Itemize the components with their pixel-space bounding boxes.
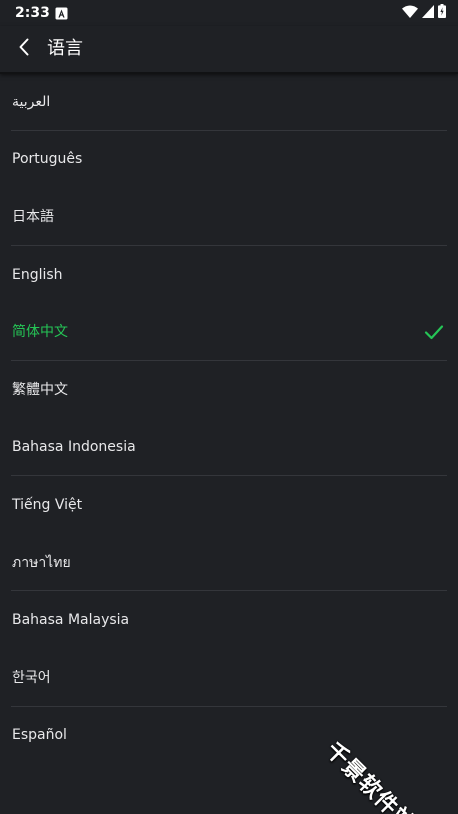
- app-bar-divider: [0, 72, 458, 74]
- wifi-icon: [402, 3, 418, 22]
- battery-icon: [438, 3, 446, 22]
- language-label: 简体中文: [12, 324, 68, 341]
- language-settings-screen: 2:33 语言 العربية Português 日本語 English 简体…: [0, 0, 458, 814]
- language-item-vietnamese[interactable]: Tiếng Việt: [0, 476, 458, 534]
- language-label: 繁體中文: [12, 381, 68, 398]
- language-item-portuguese[interactable]: Português: [0, 131, 458, 189]
- language-item-korean[interactable]: 한국어: [0, 649, 458, 707]
- language-item-english[interactable]: English: [0, 246, 458, 304]
- language-item-indonesian[interactable]: Bahasa Indonesia: [0, 419, 458, 477]
- language-label: English: [12, 266, 63, 283]
- back-button[interactable]: [10, 34, 38, 64]
- language-label: 日本語: [12, 208, 54, 225]
- language-label: Português: [12, 151, 83, 168]
- language-item-japanese[interactable]: 日本語: [0, 188, 458, 246]
- language-item-spanish[interactable]: Español: [0, 707, 458, 765]
- language-item-traditional-chinese[interactable]: 繁體中文: [0, 361, 458, 419]
- notification-a-icon: [55, 5, 68, 20]
- language-label: 한국어: [12, 669, 51, 686]
- chevron-left-icon: [18, 38, 30, 60]
- page-title: 语言: [47, 38, 83, 59]
- language-label: العربية: [12, 93, 51, 110]
- signal-icon: [422, 3, 434, 22]
- language-item-arabic[interactable]: العربية: [0, 73, 458, 131]
- language-label: Bahasa Malaysia: [12, 612, 130, 629]
- language-item-thai[interactable]: ภาษาไทย: [0, 534, 458, 592]
- language-list: العربية Português 日本語 English 简体中文 繁體中文: [0, 73, 458, 764]
- status-icons: [402, 3, 446, 22]
- app-bar: 语言: [0, 26, 458, 74]
- status-bar: 2:33: [0, 0, 458, 26]
- language-label: ภาษาไทย: [12, 554, 71, 571]
- language-label: Tiếng Việt: [12, 496, 83, 513]
- language-label: Bahasa Indonesia: [12, 439, 136, 456]
- language-label: Español: [12, 727, 67, 744]
- status-time: 2:33: [15, 5, 50, 21]
- checkmark-icon: [424, 324, 444, 340]
- language-item-simplified-chinese[interactable]: 简体中文: [0, 303, 458, 361]
- language-item-malay[interactable]: Bahasa Malaysia: [0, 591, 458, 649]
